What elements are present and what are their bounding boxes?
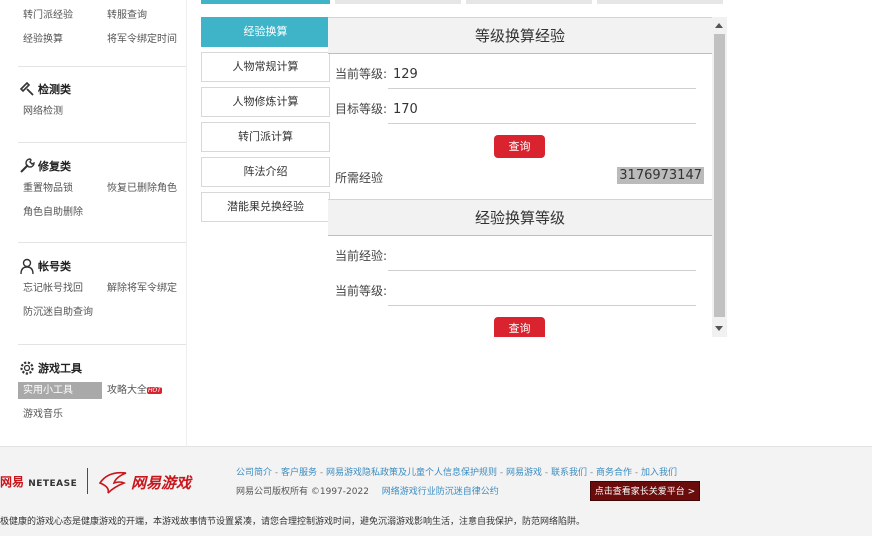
query-button-2[interactable]: 查询 — [494, 317, 545, 337]
footer-links: 公司简介 - 客户服务 - 网易游戏隐私政策及儿童个人信息保护规则 - 网易游戏… — [236, 468, 678, 478]
hot-badge: HOT — [147, 386, 162, 394]
footer-link-self-discipline[interactable]: 网络游戏行业防沉迷自律公约 — [382, 487, 499, 497]
target-level-row: 目标等级: 170 — [328, 89, 712, 124]
sidebar-link-recover-account[interactable]: 忘记帐号找回 — [18, 277, 102, 301]
scrollbar[interactable] — [712, 17, 727, 337]
sidebar-link-music[interactable]: 游戏音乐 — [18, 403, 102, 427]
logo-divider — [87, 468, 88, 494]
sidebar-link-transfer-server[interactable]: 转服查询 — [102, 4, 186, 28]
required-exp-value: 3176973147 — [617, 167, 704, 184]
current-level-row: 当前等级: 129 — [328, 54, 712, 89]
sidebar-section-repair: 修复类 重置物品锁 恢复已删除角色 角色自助删除 — [18, 155, 186, 243]
footer-copyright: 网易公司版权所有 ©1997-2022 网络游戏行业防沉迷自律公约 — [236, 487, 499, 497]
menu-item-exp-convert[interactable]: 经验换算 — [201, 17, 330, 47]
menu-item-formation[interactable]: 阵法介绍 — [201, 157, 330, 187]
current-level-input[interactable]: 129 — [388, 65, 696, 89]
sidebar-link-token-bind-time[interactable]: 将军令绑定时间 — [102, 28, 186, 52]
sidebar-link-reset-item-lock[interactable]: 重置物品锁 — [18, 177, 102, 201]
bird-logo-icon — [98, 471, 127, 494]
tool-menu: 经验换算 人物常规计算 人物修炼计算 转门派计算 阵法介绍 潜能果兑换经验 — [201, 17, 330, 227]
tab-stripe-2[interactable] — [335, 0, 461, 4]
sidebar-link-guides[interactable]: 攻略大全HOT — [102, 382, 186, 399]
parent-care-button[interactable]: 点击查看家长关爱平台 > — [590, 481, 700, 501]
current-level2-row: 当前等级: — [328, 271, 712, 306]
current-exp-input[interactable] — [388, 247, 696, 271]
menu-item-role-calc[interactable]: 人物常规计算 — [201, 52, 330, 82]
tab-stripe-active[interactable] — [201, 0, 330, 4]
netease-games-logo[interactable]: 网易游戏 — [98, 469, 191, 495]
sidebar-link-transfer-sect-exp[interactable]: 转门派经验 — [18, 4, 102, 28]
section-title-detect: 检测类 — [18, 78, 186, 100]
footer-link-join[interactable]: 加入我们 — [641, 468, 677, 478]
tab-stripe-4[interactable] — [597, 0, 723, 4]
sidebar-section-tools: 游戏工具 实用小工具 攻略大全HOT 游戏音乐 — [18, 357, 186, 433]
sidebar-link-restore-role[interactable]: 恢复已删除角色 — [102, 177, 186, 201]
footer-link-service[interactable]: 客户服务 — [281, 468, 317, 478]
scrollbar-thumb[interactable] — [714, 34, 725, 317]
menu-item-cultivation-calc[interactable]: 人物修炼计算 — [201, 87, 330, 117]
sidebar-link-utility-tools[interactable]: 实用小工具 — [18, 382, 102, 399]
section-title-repair: 修复类 — [18, 155, 186, 177]
gear-icon — [20, 361, 34, 375]
section-title-tools: 游戏工具 — [18, 357, 186, 379]
sidebar-link-network-check[interactable]: 网络检测 — [18, 100, 102, 124]
footer-link-contact[interactable]: 联系我们 — [551, 468, 587, 478]
tab-stripe-3[interactable] — [466, 0, 592, 4]
menu-item-potential-fruit[interactable]: 潜能果兑换经验 — [201, 192, 330, 222]
page: 转门派经验 转服查询 经验换算 将军令绑定时间 检测类 网络检测 修复类 重置物… — [0, 0, 872, 536]
block-title-level-to-exp: 等级换算经验 — [328, 17, 712, 54]
footer-link-about[interactable]: 公司简介 — [236, 468, 272, 478]
user-icon — [20, 258, 34, 275]
menu-item-transfer-calc[interactable]: 转门派计算 — [201, 122, 330, 152]
health-notice: 极健康的游戏心态是健康游戏的开端，本游戏故事情节设置紧凑，请您合理控制游戏时间，… — [0, 517, 586, 527]
calc-panel: 等级换算经验 当前等级: 129 目标等级: 170 查询 所需经验 31769… — [328, 17, 727, 337]
footer-link-business[interactable]: 商务合作 — [596, 468, 632, 478]
sidebar-section-detect: 检测类 网络检测 — [18, 78, 186, 143]
section-title-account: 帐号类 — [18, 255, 186, 277]
netease-logo[interactable]: 网易 NETEASE — [0, 473, 77, 490]
wrench-icon — [20, 158, 35, 173]
sidebar-link-anti-addiction[interactable]: 防沉迷自助查询 — [18, 301, 102, 325]
sidebar: 转门派经验 转服查询 经验换算 将军令绑定时间 检测类 网络检测 修复类 重置物… — [0, 0, 187, 446]
required-exp-row: 所需经验 3176973147 — [335, 167, 704, 185]
current-level2-input[interactable] — [388, 282, 696, 306]
sidebar-section-account: 帐号类 忘记帐号找回 解除将军令绑定 防沉迷自助查询 — [18, 255, 186, 345]
scroll-down-arrow-icon[interactable] — [715, 326, 723, 331]
footer: 网易 NETEASE 网易游戏 公司简介 - 客户服务 - 网易游戏隐私政策及儿… — [0, 446, 872, 536]
sidebar-link-exp-convert[interactable]: 经验换算 — [18, 28, 102, 52]
current-exp-row: 当前经验: — [328, 236, 712, 271]
scroll-up-arrow-icon[interactable] — [715, 23, 723, 28]
block-title-exp-to-level: 经验换算等级 — [328, 199, 712, 236]
sidebar-link-delete-role[interactable]: 角色自助删除 — [18, 201, 102, 225]
sidebar-section-top: 转门派经验 转服查询 经验换算 将军令绑定时间 — [18, 4, 186, 67]
wrench-hammer-icon — [19, 81, 34, 96]
footer-link-games[interactable]: 网易游戏 — [506, 468, 542, 478]
footer-link-privacy[interactable]: 网易游戏隐私政策及儿童个人信息保护规则 — [326, 468, 497, 478]
sidebar-link-unbind-token[interactable]: 解除将军令绑定 — [102, 277, 186, 301]
target-level-input[interactable]: 170 — [388, 100, 696, 124]
